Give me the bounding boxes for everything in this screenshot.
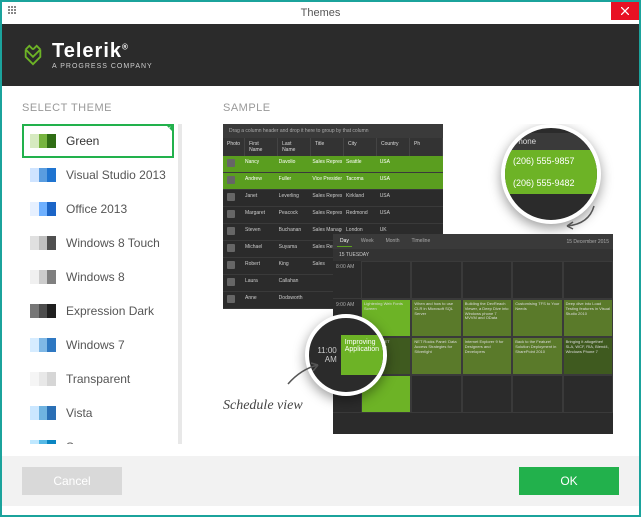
theme-label: Windows 8 Touch [66, 236, 160, 250]
table-row: MargaretPeacockSales RepresentativeRedmo… [223, 207, 443, 224]
sample-preview: Drag a column header and drop it here to… [223, 124, 619, 444]
ok-button[interactable]: OK [519, 467, 619, 495]
theme-label: Vista [66, 406, 92, 420]
select-theme-heading: SELECT THEME [22, 102, 207, 114]
appointment: Deep dive into Load Testing features in … [563, 299, 613, 337]
theme-item[interactable]: Transparent [22, 362, 174, 396]
lens-header: Phone [505, 133, 597, 150]
theme-swatch-icon [30, 202, 56, 216]
grid-column-header: Photo [223, 138, 245, 156]
avatar [223, 241, 241, 257]
close-button[interactable] [611, 2, 639, 20]
grid-column-header: City [344, 138, 377, 156]
theme-swatch-icon [30, 406, 56, 420]
appointment: NET Rocks Panel: Data Access Strategies … [411, 337, 461, 375]
sample-heading: SAMPLE [223, 102, 619, 114]
branding-header: Telerik® A PROGRESS COMPANY [2, 24, 639, 86]
theme-item[interactable]: Summer [22, 430, 174, 444]
brand-name: Telerik [52, 40, 122, 62]
theme-label: Summer [66, 440, 111, 444]
avatar [223, 275, 241, 291]
avatar [223, 173, 241, 189]
theme-item[interactable]: Office 2013 [22, 192, 174, 226]
lens-phone-2: (206) 555-9482 [505, 172, 597, 194]
theme-label: Windows 8 [66, 270, 125, 284]
avatar [223, 207, 241, 223]
cancel-button[interactable]: Cancel [22, 467, 122, 495]
theme-swatch-icon [30, 134, 56, 148]
lens-block: Improving Application [341, 335, 383, 375]
avatar [223, 224, 241, 240]
theme-label: Expression Dark [66, 304, 154, 318]
appointment: Bringing it altogether! SLA, WCF, RIA, B… [563, 337, 613, 375]
theme-label: Visual Studio 2013 [66, 168, 166, 182]
theme-swatch-icon [30, 372, 56, 386]
schedule-tab: Day [337, 236, 352, 247]
schedule-arrow-icon [283, 359, 323, 394]
app-menu-icon[interactable] [8, 6, 18, 16]
theme-list[interactable]: Green ✓ Visual Studio 2013 Office 2013 Windo… [22, 124, 174, 444]
appointment: When and how to use CLR in Microsoft SQL… [411, 299, 461, 337]
theme-item[interactable]: Visual Studio 2013 [22, 158, 174, 192]
lens-phone-1: (206) 555-9857 [505, 150, 597, 172]
appointment: Building the DevReach Viewer, a Deep Div… [462, 299, 512, 337]
theme-label: Windows 7 [66, 338, 125, 352]
table-row: JanetLeverlingSales RepresentativeKirkla… [223, 190, 443, 207]
appointment: Back to the Feature! Solution Deployment… [512, 337, 562, 375]
theme-swatch-icon [30, 304, 56, 318]
close-icon [621, 7, 629, 15]
titlebar: Themes [2, 2, 639, 24]
grid-column-header: Ph [410, 138, 443, 156]
theme-swatch-icon [30, 168, 56, 182]
schedule-date: 15 December 2015 [566, 239, 609, 245]
appointment: Customising TFS to Your Needs [512, 299, 562, 337]
grid-column-header: Last Name [278, 138, 311, 156]
schedule-day-header: 15 TUESDAY [333, 249, 613, 261]
theme-item[interactable]: Windows 8 Touch [22, 226, 174, 260]
check-icon: ✓ [166, 125, 172, 133]
schedule-tab: Week [358, 236, 377, 247]
theme-label: Office 2013 [66, 202, 127, 216]
theme-label: Transparent [66, 372, 130, 386]
theme-swatch-icon [30, 236, 56, 250]
schedule-tab: Timeline [409, 236, 434, 247]
avatar [223, 190, 241, 206]
grid-columns: PhotoFirst NameLast NameTitleCityCountry… [223, 138, 443, 156]
schedule-annotation: Schedule view [223, 398, 303, 414]
theme-item[interactable]: Windows 8 [22, 260, 174, 294]
theme-swatch-icon [30, 270, 56, 284]
table-row: AndrewFullerVice President, SalesTacomaU… [223, 173, 443, 190]
dialog-footer: Cancel OK [2, 456, 639, 506]
brand-reg: ® [122, 42, 129, 51]
brand-tagline: A PROGRESS COMPANY [52, 63, 153, 70]
schedule-tabs: Day Week Month Timeline [337, 236, 433, 247]
avatar [223, 292, 241, 308]
theme-item[interactable]: Green ✓ [22, 124, 174, 158]
appointment: Internet Explorer 9 for Designers and De… [462, 337, 512, 375]
grid-annotation: Grid view [553, 124, 609, 126]
window-title: Themes [301, 7, 341, 19]
table-row: NancyDavolioSales RepresentativeSeattleU… [223, 156, 443, 173]
avatar [223, 156, 241, 172]
schedule-cells: Lightening Web Fonts ScreenWhen and how … [361, 261, 613, 413]
theme-item[interactable]: Expression Dark [22, 294, 174, 328]
telerik-logo-icon [22, 44, 44, 66]
grid-column-header: Title [311, 138, 344, 156]
theme-swatch-icon [30, 338, 56, 352]
theme-swatch-icon [30, 440, 56, 444]
theme-item[interactable]: Vista [22, 396, 174, 430]
schedule-tab: Month [383, 236, 403, 247]
scrollbar[interactable] [178, 124, 182, 444]
grid-column-header: Country [377, 138, 410, 156]
theme-label: Green [66, 134, 99, 148]
avatar [223, 258, 241, 274]
grid-group-hint: Drag a column header and drop it here to… [223, 124, 443, 138]
grid-column-header: First Name [245, 138, 278, 156]
theme-item[interactable]: Windows 7 [22, 328, 174, 362]
